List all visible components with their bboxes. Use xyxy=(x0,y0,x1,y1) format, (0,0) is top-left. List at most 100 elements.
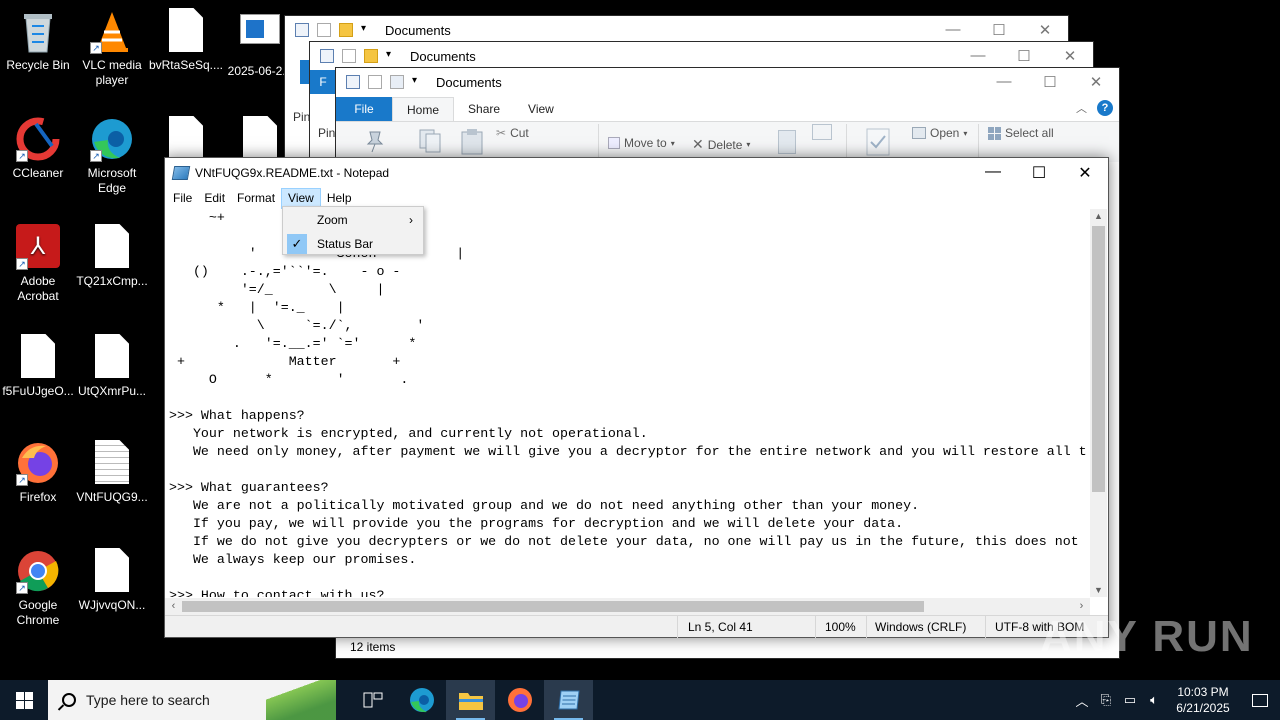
chevron-down-icon[interactable]: ▾ xyxy=(412,75,422,89)
checkbox-icon[interactable] xyxy=(342,49,356,63)
select-all-button[interactable]: Select all xyxy=(988,126,1054,140)
desktop-icon-google-chrome[interactable]: ↗ Google Chrome xyxy=(0,548,76,628)
close-button[interactable]: ✕ xyxy=(1062,163,1108,183)
desktop-icon-ccleaner[interactable]: ↗ CCleaner xyxy=(0,116,76,181)
desktop-icon-file[interactable]: WJjvvqON... xyxy=(74,548,150,613)
taskbar-firefox[interactable] xyxy=(495,680,544,720)
text-editor[interactable]: ~+ ' Sonon | () .-.,='``'=. - o - '=/_ \… xyxy=(165,209,1090,597)
explorer-title-bar[interactable]: ▾ Documents — ☐ ✕ xyxy=(336,68,1119,96)
network-icon[interactable]: ⎘ xyxy=(1094,692,1118,708)
document-icon xyxy=(238,14,282,60)
menu-file[interactable]: File xyxy=(167,188,198,209)
new-folder-icon[interactable] xyxy=(812,124,832,140)
pin-icon[interactable] xyxy=(364,128,386,154)
task-view-button[interactable] xyxy=(348,680,397,720)
document-icon xyxy=(16,334,60,380)
copy-icon[interactable] xyxy=(418,128,442,154)
maximize-button[interactable]: ☐ xyxy=(1001,47,1047,65)
window-title: Documents xyxy=(436,74,502,90)
explorer-title-bar[interactable]: ▾ Documents — ☐ ✕ xyxy=(310,42,1093,70)
desktop-icon-recycle-bin[interactable]: Recycle Bin xyxy=(0,8,76,73)
properties-icon[interactable] xyxy=(295,23,309,37)
taskbar-file-explorer[interactable] xyxy=(446,680,495,720)
windows-logo-icon xyxy=(15,691,33,709)
move-to-button[interactable]: Move to ▾ xyxy=(608,136,675,150)
minimize-button[interactable]: — xyxy=(981,73,1027,91)
collapse-ribbon-icon[interactable]: ︿ xyxy=(1076,100,1087,116)
notepad-status-bar: Ln 5, Col 41 100% Windows (CRLF) UTF-8 w… xyxy=(165,615,1108,638)
vertical-scrollbar[interactable]: ▲ ▼ xyxy=(1090,209,1107,597)
minimize-button[interactable]: — xyxy=(930,21,976,39)
tab-home[interactable]: Home xyxy=(392,97,455,121)
close-button[interactable]: ✕ xyxy=(1022,21,1068,39)
checkbox-icon[interactable] xyxy=(368,75,382,89)
properties-icon[interactable] xyxy=(320,49,334,63)
document-icon xyxy=(164,116,208,162)
horizontal-scroll-thumb[interactable] xyxy=(182,601,924,612)
properties-icon[interactable] xyxy=(346,75,360,89)
minimize-button[interactable]: — xyxy=(955,47,1001,65)
delete-button[interactable]: ✕ Delete ▾ xyxy=(692,136,750,153)
desktop-icon-file[interactable]: bvRtaSeSq.... xyxy=(148,8,224,73)
new-folder-icon[interactable] xyxy=(390,75,404,89)
clock[interactable]: 10:03 PM 6/21/2025 xyxy=(1166,684,1240,716)
menu-format[interactable]: Format xyxy=(231,188,281,209)
maximize-button[interactable]: ☐ xyxy=(1027,73,1073,91)
task-view-icon xyxy=(363,692,382,708)
watermark-logo: ANY RUN xyxy=(1040,612,1254,661)
scissors-icon: ✂ xyxy=(496,126,507,140)
quick-access-toolbar: ▾ xyxy=(285,23,371,37)
close-button[interactable]: ✕ xyxy=(1073,73,1119,91)
help-icon[interactable]: ? xyxy=(1097,100,1113,116)
desktop-icon-microsoft-edge[interactable]: ↗ Microsoft Edge xyxy=(74,116,150,196)
scroll-down-icon[interactable]: ▼ xyxy=(1090,585,1107,595)
folder-icon[interactable] xyxy=(364,49,378,63)
taskbar-edge[interactable] xyxy=(397,680,446,720)
chevron-down-icon[interactable]: ▾ xyxy=(386,49,396,63)
desktop-icon-vlc[interactable]: ↗ VLC media player xyxy=(74,8,150,88)
volume-icon[interactable]: 🔈︎ xyxy=(1142,692,1166,708)
chrome-icon: ↗ xyxy=(16,548,60,594)
maximize-button[interactable]: ☐ xyxy=(1016,163,1062,183)
taskbar-notepad[interactable] xyxy=(544,680,593,720)
properties-check-icon[interactable] xyxy=(866,128,890,156)
search-box[interactable]: Type here to search xyxy=(48,680,336,720)
menu-item-status-bar[interactable]: ✓ Status Bar xyxy=(283,233,423,255)
close-button[interactable]: ✕ xyxy=(1047,47,1093,65)
maximize-button[interactable]: ☐ xyxy=(976,21,1022,39)
folder-icon[interactable] xyxy=(339,23,353,37)
menu-item-zoom[interactable]: Zoom › xyxy=(283,209,423,231)
desktop-icon-readme[interactable]: VNtFUQG9... xyxy=(74,440,150,505)
scroll-left-icon[interactable]: ‹ xyxy=(165,598,182,615)
ethernet-icon[interactable]: ▭ xyxy=(1118,692,1142,708)
start-button[interactable] xyxy=(0,680,48,720)
desktop-icon-file[interactable]: f5FuUJgeO... xyxy=(0,334,76,399)
desktop-icon-file[interactable]: UtQXmrPu... xyxy=(74,334,150,399)
scroll-up-icon[interactable]: ▲ xyxy=(1090,211,1107,221)
text-document-icon xyxy=(90,440,134,486)
desktop-icon-firefox[interactable]: ↗ Firefox xyxy=(0,440,76,505)
open-button[interactable]: Open ▾ xyxy=(912,126,967,140)
checkbox-icon[interactable] xyxy=(317,23,331,37)
menu-edit[interactable]: Edit xyxy=(198,188,231,209)
tab-file[interactable]: F xyxy=(310,70,336,94)
recycle-bin-icon xyxy=(16,8,60,54)
paste-icon[interactable] xyxy=(460,128,484,156)
minimize-button[interactable]: — xyxy=(970,163,1016,183)
notepad-title-bar[interactable]: VNtFUQG9x.README.txt - Notepad — ☐ ✕ xyxy=(165,158,1108,187)
horizontal-scrollbar[interactable]: ‹ › xyxy=(165,598,1090,615)
rename-icon[interactable] xyxy=(778,130,796,154)
desktop-icon-adobe-acrobat[interactable]: ⅄ ↗ Adobe Acrobat xyxy=(0,224,76,304)
desktop-icon-file[interactable]: TQ21xCmp... xyxy=(74,224,150,289)
tab-share[interactable]: Share xyxy=(454,97,514,121)
notification-button[interactable] xyxy=(1240,693,1280,707)
tab-file[interactable]: File xyxy=(336,97,392,121)
cursor-position: Ln 5, Col 41 xyxy=(688,620,753,634)
chevron-up-icon[interactable]: ︿ xyxy=(1070,691,1094,710)
chevron-right-icon: › xyxy=(409,213,413,227)
cut-button[interactable]: ✂ Cut xyxy=(496,126,529,140)
vertical-scroll-thumb[interactable] xyxy=(1092,226,1105,492)
chevron-down-icon[interactable]: ▾ xyxy=(361,23,371,37)
tab-view[interactable]: View xyxy=(514,97,568,121)
explorer-title-bar[interactable]: ▾ Documents — ☐ ✕ xyxy=(285,16,1068,44)
